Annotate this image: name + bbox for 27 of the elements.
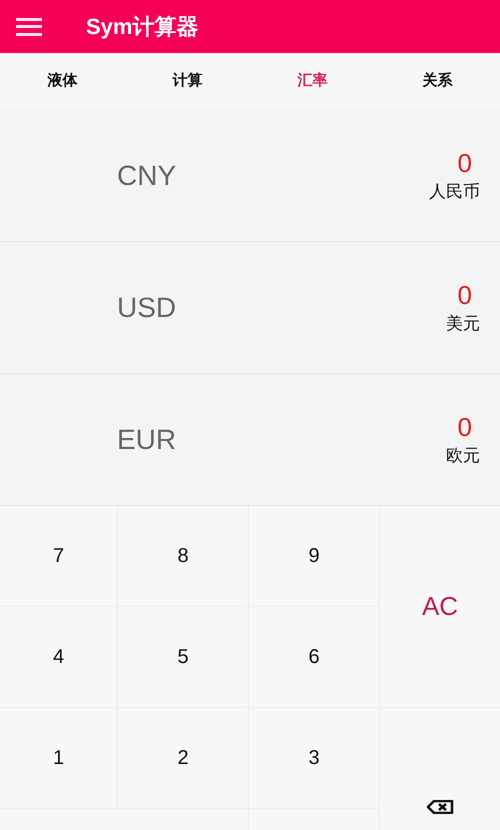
currency-name: 美元 — [446, 312, 480, 335]
clear-key[interactable]: AC — [380, 506, 500, 707]
digit-key[interactable]: 8 — [118, 506, 248, 606]
tab[interactable]: 汇率 — [250, 53, 375, 110]
tab[interactable]: 液体 — [0, 53, 125, 110]
digit-key[interactable]: 1 — [0, 708, 117, 808]
digit-key[interactable]: 5 — [118, 607, 248, 707]
digit-key[interactable]: 9 — [249, 506, 379, 606]
backspace-icon — [426, 800, 454, 814]
digit-key[interactable]: 6 — [249, 607, 379, 707]
backspace-key[interactable] — [380, 708, 500, 830]
amount-value: 0 — [458, 278, 473, 311]
digit-key[interactable]: 7 — [0, 506, 117, 606]
currency-code: USD — [117, 290, 178, 324]
amount-value: 0 — [458, 146, 473, 179]
amount-value: 0 — [458, 410, 473, 443]
app-title: Sym计算器 — [86, 13, 198, 41]
digit-key[interactable]: 2 — [118, 708, 248, 808]
currency-name: 人民币 — [429, 180, 480, 203]
currency-code: CNY — [117, 158, 178, 192]
currency-name: 欧元 — [446, 444, 480, 467]
menu-icon[interactable] — [16, 18, 42, 36]
digit-key[interactable]: 3 — [249, 708, 379, 808]
digit-key[interactable]: 4 — [0, 607, 117, 707]
tab[interactable]: 计算 — [125, 53, 250, 110]
currency-code: EUR — [117, 422, 178, 456]
tab[interactable]: 关系 — [375, 53, 500, 110]
